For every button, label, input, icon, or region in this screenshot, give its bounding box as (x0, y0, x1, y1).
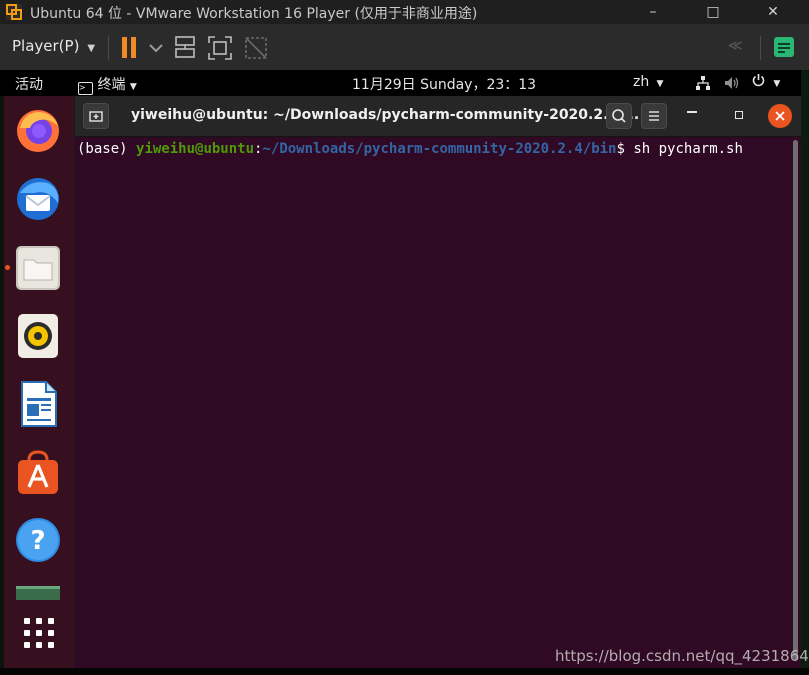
ubuntu-software-icon[interactable] (14, 448, 62, 496)
power-icon (752, 74, 765, 87)
close-button[interactable]: ✕ (758, 2, 788, 22)
terminal-icon: > (78, 82, 93, 95)
input-method-menu[interactable]: zh ▼ (633, 74, 663, 90)
player-menu-button[interactable]: Player(P) ▼ (12, 37, 95, 55)
files-icon[interactable] (14, 244, 62, 292)
prompt-path: ~/Downloads/pycharm-community-2020.2.4/b… (262, 141, 617, 157)
activities-button[interactable]: 活动 (15, 74, 43, 94)
svg-text:?: ? (30, 526, 45, 556)
toolbar-divider (760, 36, 761, 60)
input-method-label: zh (633, 74, 650, 90)
watermark-text: https://blog.csdn.net/qq_42318647 (555, 647, 809, 665)
vmware-logo-icon (6, 4, 22, 20)
network-wired-icon[interactable] (696, 76, 710, 90)
window-title: Ubuntu 64 位 - VMware Workstation 16 Play… (30, 6, 478, 22)
hamburger-menu-icon (649, 111, 659, 121)
volume-icon[interactable] (724, 76, 740, 90)
terminal-prompt-line: (base) yiweihu@ubuntu:~/Downloads/pychar… (77, 141, 743, 157)
player-menu-label: Player(P) (12, 37, 80, 55)
fullscreen-icon (208, 36, 232, 60)
rhythmbox-icon[interactable] (14, 312, 62, 360)
command-text: sh pycharm.sh (633, 141, 743, 157)
send-ctrl-alt-del-button[interactable] (172, 35, 198, 61)
terminal-header-bar: yiweihu@ubuntu: ~/Downloads/pycharm-comm… (75, 96, 801, 137)
running-indicator (5, 265, 10, 270)
chevron-down-icon: ▼ (653, 79, 664, 89)
show-applications-icon[interactable] (23, 617, 55, 649)
new-tab-icon (89, 111, 103, 122)
ubuntu-top-bar: 活动 > 终端 ▼ 11月29日 Sunday，23：13 zh ▼ ▼ (0, 70, 809, 96)
minimize-button[interactable]: – (638, 2, 668, 22)
terminal-maximize-button[interactable] (735, 111, 743, 119)
app-menu-terminal[interactable]: > 终端 ▼ (78, 74, 137, 95)
desktop-edge (0, 668, 809, 675)
system-menu[interactable]: ▼ (751, 73, 780, 90)
clock[interactable]: 11月29日 Sunday，23：13 (352, 74, 536, 94)
terminal-minimize-button[interactable] (687, 111, 697, 113)
network-computer-icon (175, 36, 195, 58)
new-tab-button[interactable] (83, 103, 109, 129)
desktop-edge (801, 70, 809, 675)
notepad-icon (774, 37, 794, 57)
unity-mode-button[interactable] (243, 35, 269, 61)
screenshot-icon[interactable] (14, 584, 62, 600)
prompt-symbol: $ (616, 141, 634, 157)
terminal-scrollbar[interactable] (793, 140, 798, 660)
prompt-user-host: yiweihu@ubuntu (136, 141, 255, 157)
help-icon[interactable]: ? (14, 516, 62, 564)
toolbar-divider (108, 36, 109, 60)
unity-icon (245, 37, 267, 59)
pause-button[interactable] (120, 36, 164, 60)
terminal-close-button[interactable] (768, 104, 792, 128)
vmware-toolbar: Player(P) ▼ ≪ (0, 24, 809, 71)
ubuntu-dock: ? (4, 96, 74, 668)
hamburger-menu-button[interactable] (641, 103, 667, 129)
maximize-button[interactable]: □ (698, 2, 728, 22)
chevron-down-icon: ▼ (84, 43, 96, 54)
chevron-down-icon: ▼ (129, 82, 137, 92)
chevron-down-icon (149, 44, 163, 53)
pause-icon (122, 37, 136, 58)
close-icon (775, 111, 785, 121)
thunderbird-icon[interactable] (14, 175, 62, 223)
fullscreen-button[interactable] (207, 35, 233, 61)
search-icon (612, 109, 626, 123)
search-button[interactable] (606, 103, 632, 129)
terminal-title: yiweihu@ubuntu: ~/Downloads/pycharm-comm… (131, 107, 640, 123)
prompt-env: (base) (77, 141, 137, 157)
double-left-arrow-icon[interactable]: ≪ (728, 38, 743, 54)
libreoffice-writer-icon[interactable] (14, 380, 62, 428)
notes-button[interactable] (772, 35, 796, 59)
vmware-title-bar: Ubuntu 64 位 - VMware Workstation 16 Play… (0, 0, 809, 24)
firefox-icon[interactable] (14, 106, 62, 154)
chevron-down-icon: ▼ (770, 79, 781, 89)
terminal-body[interactable]: (base) yiweihu@ubuntu:~/Downloads/pychar… (75, 137, 801, 668)
app-menu-label: 终端 (97, 77, 126, 93)
